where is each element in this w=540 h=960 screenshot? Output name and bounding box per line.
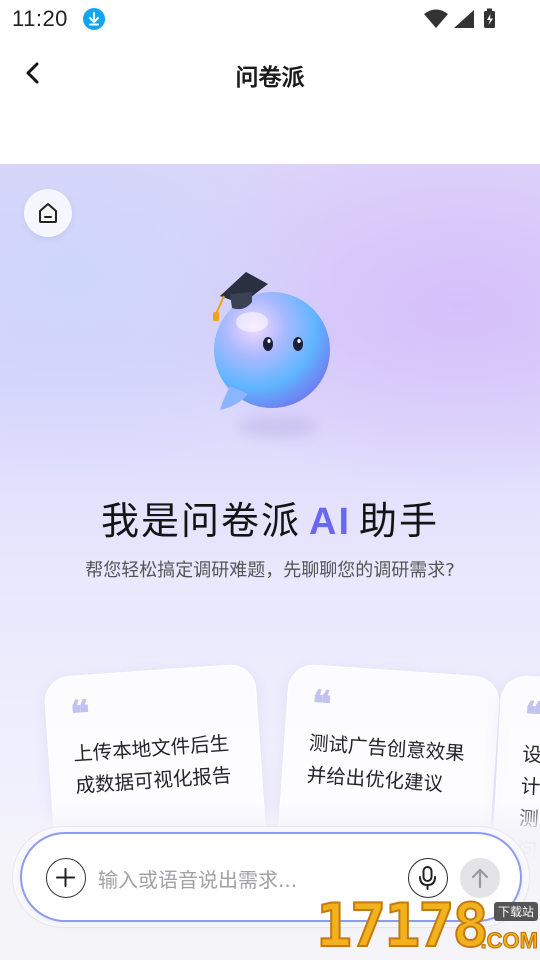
wifi-icon [424,9,448,28]
signal-icon [454,10,474,28]
plus-icon [56,868,75,887]
watermark-suffix: .COM [480,928,538,954]
add-attachment-button[interactable] [46,858,86,898]
status-bar: 11:20 [0,0,540,38]
status-time: 11:20 [12,6,68,31]
status-icons [422,8,502,34]
hero-title-ai: AI [309,501,351,543]
mascot-illustration [200,264,350,444]
home-icon [39,203,57,223]
quote-icon: ❝ [523,693,540,737]
chat-input-placeholder[interactable]: 输入或语音说出需求... [98,864,297,893]
suggestion-text: 测试广告创意效果并给出优化建议 [306,731,466,796]
download-icon [83,8,105,30]
home-button[interactable] [24,189,72,237]
app-header: 问卷派 [0,38,540,164]
quote-icon: ❝ [69,692,92,736]
battery-charging-icon [484,8,495,28]
hero-title-suffix: 助手 [359,499,440,543]
chat-welcome-panel: 我是问卷派 AI 助手 帮您轻松搞定调研难题，先聊聊您的调研需求? ❝ 上传本地文件… [0,164,540,960]
quote-icon: ❝ [310,682,333,726]
site-watermark: 17178 下载站 .COM [315,891,540,960]
hero-title-prefix: 我是问卷派 [100,499,301,543]
page-title: 问卷派 [235,65,305,91]
watermark-tag: 下载站 [493,902,538,921]
hero-subtitle: 帮您轻松搞定调研难题，先聊聊您的调研需求? [85,560,455,581]
hero-title: 我是问卷派 AI 助手 [0,490,540,545]
suggestion-text: 上传本地文件后生成数据可视化报告 [72,731,233,798]
watermark-digits: 17178 [315,891,490,960]
